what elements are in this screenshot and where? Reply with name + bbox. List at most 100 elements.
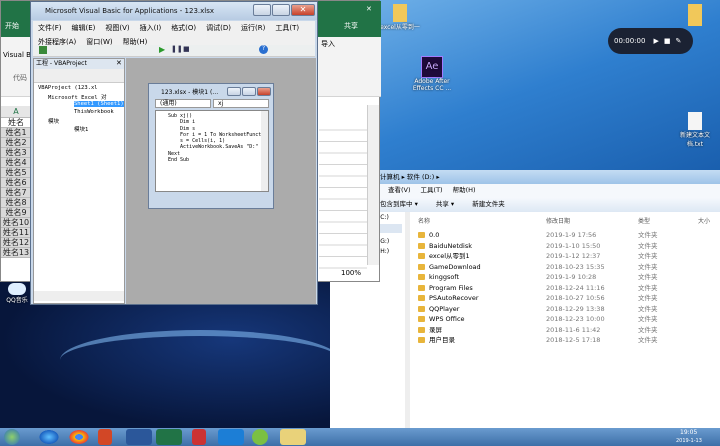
cell-a[interactable]: 姓名7 (1, 188, 31, 198)
menu-item[interactable]: 运行(R) (241, 23, 265, 33)
close-icon[interactable]: ✕ (116, 59, 122, 67)
file-row[interactable]: Program Files 2018-12-24 11:16 文件夹 (418, 283, 718, 294)
menu-item[interactable]: 查看(V) (388, 186, 411, 194)
procedure-dropdown[interactable]: xj (213, 99, 269, 108)
desktop-icon-folder[interactable]: excel从零到一 (380, 4, 420, 31)
share-button[interactable]: 共享 (344, 21, 358, 31)
tree-node-excel-objects[interactable]: Microsoft Excel 对 (48, 93, 106, 101)
file-row[interactable]: WPS Office 2018-12-23 10:00 文件夹 (418, 314, 718, 325)
nav-scrollbar[interactable] (405, 212, 410, 430)
toolbar-button[interactable]: 共享 ▾ (436, 200, 454, 208)
tree-node-modules[interactable]: 模块 (48, 117, 59, 125)
tree-node-vbaproject[interactable]: VBAProject (123.xl (38, 85, 98, 91)
column-name[interactable]: 名称 (418, 216, 430, 225)
file-row[interactable]: PSAutoRecover 2018-10-27 10:56 文件夹 (418, 293, 718, 304)
menu-item[interactable]: 工具(T) (275, 23, 299, 33)
cell-a[interactable]: 姓名12 (1, 238, 31, 248)
tab-home[interactable]: 开始 (5, 21, 19, 31)
cell-a[interactable]: 姓名8 (1, 198, 31, 208)
cell-a[interactable]: 姓名 (1, 118, 31, 128)
toolbar-button[interactable]: 包含到库中 ▾ (380, 200, 418, 208)
excel-view-icon[interactable] (39, 46, 47, 54)
code-editor[interactable]: Sub xj() Dim i Dim s For i = 1 To Worksh… (155, 110, 269, 192)
taskbar-wechat-icon[interactable] (252, 429, 268, 445)
maximize-button[interactable] (242, 87, 256, 96)
horizontal-scrollbar[interactable] (34, 291, 124, 301)
desktop-icon-text-file[interactable]: 新建文本文档.txt (672, 112, 718, 148)
cell-a[interactable]: 姓名10 (1, 218, 31, 228)
cell-a[interactable]: 姓名4 (1, 158, 31, 168)
menu-item[interactable]: 调试(D) (206, 23, 231, 33)
file-name: WPS Office (429, 315, 465, 323)
breadcrumb-drive-d[interactable]: 软件 (D:) (407, 173, 434, 181)
taskbar-explorer-icon[interactable] (280, 429, 306, 445)
menu-item[interactable]: 编辑(E) (72, 23, 96, 33)
menu-item[interactable]: 帮助(H) (453, 186, 476, 194)
cell-a[interactable]: 姓名1 (1, 128, 31, 138)
clock-date[interactable]: 2019-1-13 (676, 438, 702, 444)
file-row[interactable]: QQPlayer 2018-12-29 13:38 文件夹 (418, 304, 718, 315)
breadcrumb-computer[interactable]: 计算机 (380, 173, 400, 181)
menu-item[interactable]: 格式(O) (171, 23, 196, 33)
taskbar-recorder-icon[interactable] (218, 429, 244, 445)
file-row[interactable]: 用户目录 2018-12-5 17:18 文件夹 (418, 335, 718, 346)
stop-icon[interactable]: ■ (664, 37, 671, 45)
desktop-icon-after-effects[interactable]: Ae Adobe After Effects CC ... (412, 56, 452, 92)
taskbar-word-icon[interactable] (126, 429, 152, 445)
cell-a[interactable]: 姓名13 (1, 248, 31, 258)
menu-item[interactable]: 工具(T) (421, 186, 443, 194)
start-button[interactable] (4, 429, 20, 445)
cell-a[interactable]: 姓名6 (1, 178, 31, 188)
sheet-grid[interactable] (319, 119, 367, 269)
tree-node-sheet1[interactable]: Sheet1 (Sheet1) (74, 101, 124, 107)
file-row[interactable]: GameDownload 2018-10-23 15:35 文件夹 (418, 262, 718, 273)
taskbar-app-icon[interactable] (192, 429, 206, 445)
tree-node-module1[interactable]: 模块1 (74, 125, 88, 133)
column-size[interactable]: 大小 (698, 216, 710, 225)
play-icon[interactable]: ▶ (653, 37, 658, 45)
help-icon[interactable]: ? (259, 45, 268, 54)
file-row[interactable]: excel从零到1 2019-1-12 12:37 文件夹 (418, 251, 718, 262)
menu-item[interactable]: 视图(V) (105, 23, 129, 33)
column-date[interactable]: 修改日期 (546, 216, 570, 225)
taskbar-browser-icon[interactable] (38, 429, 60, 445)
close-button[interactable]: ✕ (291, 4, 315, 16)
menu-item[interactable]: 文件(F) (38, 23, 62, 33)
close-button[interactable] (257, 87, 271, 96)
cell-a[interactable]: 姓名5 (1, 168, 31, 178)
stop-icon[interactable]: ■ (183, 45, 190, 53)
file-row[interactable]: 录屏 2018-11-6 11:42 文件夹 (418, 325, 718, 336)
cell-a[interactable]: 姓名11 (1, 228, 31, 238)
cell-a[interactable]: 姓名2 (1, 138, 31, 148)
import-button[interactable]: 导入 (321, 39, 335, 49)
minimize-button[interactable] (227, 87, 241, 96)
column-header-a[interactable]: A (1, 106, 31, 118)
pause-icon[interactable]: ❚❚ (171, 45, 183, 53)
file-date: 2019-1-12 12:37 (546, 252, 601, 260)
maximize-button[interactable] (272, 4, 290, 16)
toolbar-button[interactable]: 新建文件夹 (472, 200, 505, 208)
pen-icon[interactable]: ✎ (675, 37, 681, 45)
cell-a[interactable]: 姓名9 (1, 208, 31, 218)
file-row[interactable]: kinggsoft 2019-1-9 10:28 文件夹 (418, 272, 718, 283)
object-dropdown[interactable]: (通用) (155, 99, 211, 108)
minimize-button[interactable] (253, 4, 271, 16)
tree-node-thisworkbook[interactable]: ThisWorkbook (74, 109, 114, 115)
column-type[interactable]: 类型 (638, 216, 650, 225)
vertical-scrollbar[interactable] (367, 105, 379, 265)
file-row[interactable]: 0.0 2019-1-9 17:56 文件夹 (418, 230, 718, 241)
run-icon[interactable]: ▶ (159, 45, 165, 54)
file-row[interactable]: BaiduNetdisk 2019-1-10 15:50 文件夹 (418, 241, 718, 252)
taskbar-powerpoint-icon[interactable] (98, 429, 112, 445)
desktop-icon-folder-2[interactable] (680, 4, 710, 26)
zoom-level[interactable]: 100% (341, 269, 361, 277)
taskbar-excel-icon[interactable] (156, 429, 182, 445)
cell-a[interactable]: 姓名3 (1, 148, 31, 158)
taskbar-chrome-icon[interactable] (68, 429, 90, 445)
desktop-icon-qq-music[interactable]: QQ音乐 (2, 283, 32, 304)
close-icon[interactable]: ✕ (366, 5, 372, 13)
code-scrollbar[interactable] (261, 111, 268, 191)
clock-time[interactable]: 19:05 (680, 429, 697, 436)
address-bar[interactable]: 计算机 ▸ 软件 (D:) ▸ (330, 170, 720, 184)
menu-item[interactable]: 插入(I) (140, 23, 162, 33)
